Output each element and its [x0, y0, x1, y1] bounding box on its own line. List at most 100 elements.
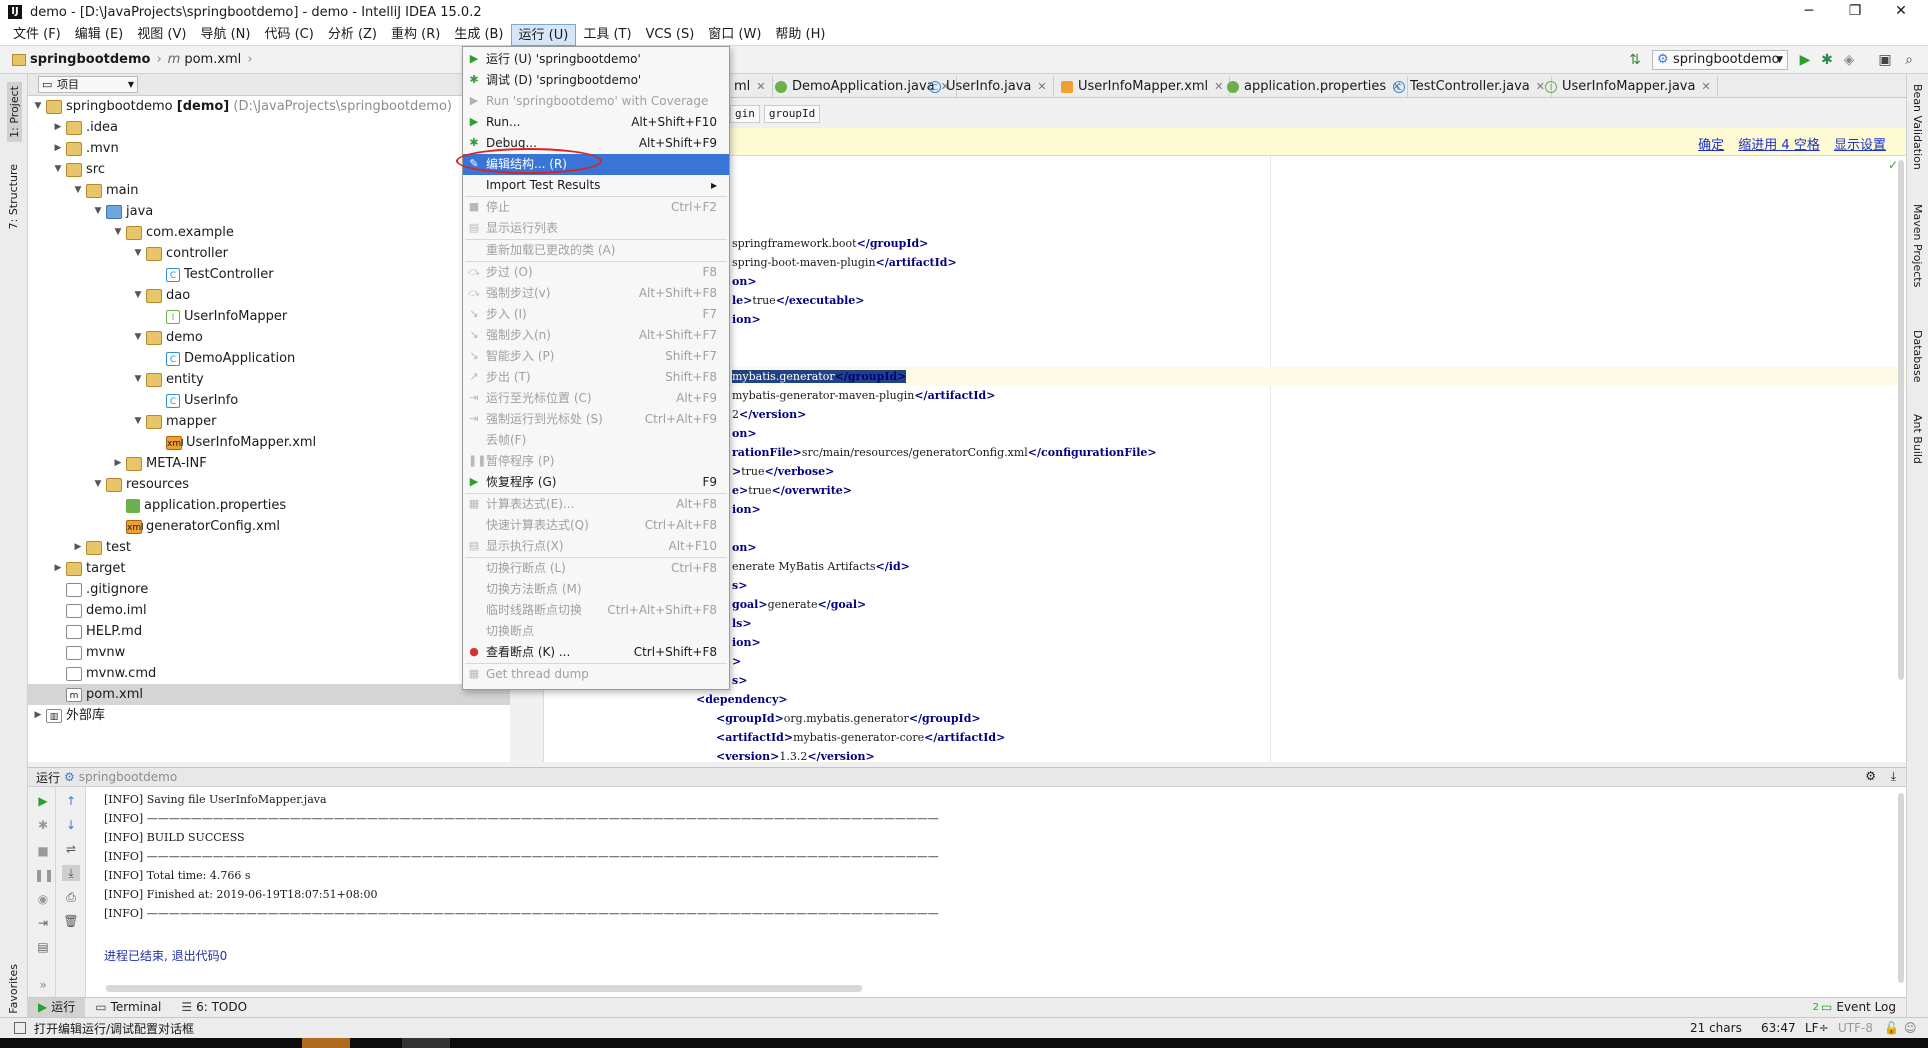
scroll-to-end-icon[interactable]: ⤓: [62, 865, 80, 881]
tool-tab-ant-build[interactable]: Ant Build: [1911, 414, 1924, 464]
tool-tab-project[interactable]: 1: Project: [7, 82, 22, 142]
tree-item[interactable]: demo.iml: [28, 600, 510, 621]
menu-refactor[interactable]: 重构 (R): [384, 24, 447, 46]
editor-tab[interactable]: C UserInfo.java ✕: [924, 76, 1054, 98]
tree-item[interactable]: .gitignore: [28, 579, 510, 600]
close-tab-icon[interactable]: ✕: [756, 80, 765, 93]
hide-panel-icon[interactable]: ⤓: [1891, 769, 1896, 784]
menu-view[interactable]: 视图 (V): [130, 24, 193, 46]
pause-icon[interactable]: ❚❚: [34, 867, 54, 883]
exit-icon[interactable]: ⇥: [34, 915, 52, 931]
tree-item[interactable]: ▼ demo: [28, 327, 510, 348]
code-line[interactable]: 2</version>: [732, 405, 806, 424]
settings-gear-icon[interactable]: ⚙: [1865, 769, 1876, 783]
camera-icon[interactable]: ◉: [34, 891, 52, 907]
code-line[interactable]: s>: [732, 576, 747, 595]
tree-item[interactable]: xml generatorConfig.xml: [28, 516, 510, 537]
collapse-arrow-icon[interactable]: ▼: [92, 474, 104, 495]
code-line[interactable]: ls>: [732, 614, 752, 633]
tool-tab-run[interactable]: ▶ 运行: [28, 998, 86, 1017]
build-arrows-icon[interactable]: ⇅: [1626, 51, 1644, 69]
file-encoding[interactable]: UTF-8: [1838, 1021, 1873, 1035]
tree-item[interactable]: mvnw: [28, 642, 510, 663]
collapse-arrow-icon[interactable]: ▼: [92, 201, 104, 222]
code-line[interactable]: <artifactId>mybatis-generator-core</arti…: [716, 728, 1005, 747]
inspector-icon[interactable]: ☺: [1904, 1021, 1917, 1035]
run-menu-item[interactable]: ▶ 运行 (U) 'springbootdemo': [463, 49, 729, 70]
code-line[interactable]: enerate MyBatis Artifacts</id>: [732, 557, 910, 576]
expand-arrow-icon[interactable]: ▶: [112, 453, 124, 474]
show-settings-link[interactable]: 显示设置: [1834, 138, 1886, 153]
expand-arrow-icon[interactable]: ▶: [72, 537, 84, 558]
menu-file[interactable]: 文件 (F): [6, 24, 68, 46]
code-line[interactable]: mybatis.generator</groupId>: [732, 367, 907, 386]
tool-tab-bean-validation[interactable]: Bean Validation: [1911, 84, 1924, 170]
xml-breadcrumb-item[interactable]: gin: [730, 105, 760, 123]
tree-item[interactable]: ▼ resources: [28, 474, 510, 495]
tool-tab-structure[interactable]: 7: Structure: [7, 164, 20, 229]
minimize-button[interactable]: ─: [1786, 0, 1832, 24]
menu-run[interactable]: 运行 (U): [510, 23, 577, 46]
code-line[interactable]: s>: [732, 671, 747, 690]
run-console[interactable]: [INFO] Saving file UserInfoMapper.java [I…: [86, 787, 1906, 997]
run-menu-item[interactable]: Import Test Results ▸: [463, 175, 729, 196]
code-line[interactable]: >: [732, 652, 741, 671]
print-icon[interactable]: ⎙: [62, 889, 80, 905]
code-line[interactable]: mybatis-generator-maven-plugin</artifact…: [732, 386, 995, 405]
menu-help[interactable]: 帮助 (H): [768, 24, 832, 46]
tool-tab-event-log[interactable]: 2 ▭ Event Log: [1803, 998, 1906, 1017]
tree-root[interactable]: ▼ springbootdemo [demo] (D:\JavaProjects…: [28, 96, 510, 117]
code-line[interactable]: ion>: [732, 500, 761, 519]
collapse-arrow-icon[interactable]: ▼: [132, 327, 144, 348]
collapse-arrow-icon[interactable]: ▼: [132, 285, 144, 306]
scroll-down-icon[interactable]: ↓: [62, 817, 80, 833]
code-line[interactable]: <groupId>org.mybatis.generator</groupId>: [716, 709, 981, 728]
code-line[interactable]: on>: [732, 272, 757, 291]
code-line[interactable]: ion>: [732, 633, 761, 652]
tree-item[interactable]: xml UserInfoMapper.xml: [28, 432, 510, 453]
code-line[interactable]: e>true</overwrite>: [732, 481, 852, 500]
expand-arrow-icon[interactable]: ▶: [52, 117, 64, 138]
tree-item[interactable]: ▼ dao: [28, 285, 510, 306]
tool-tab-terminal[interactable]: ▭ Terminal: [85, 998, 171, 1017]
confirm-link[interactable]: 确定: [1698, 138, 1724, 153]
run-config-select[interactable]: ⚙ springbootdemo ▼: [1652, 50, 1788, 70]
layout-icon[interactable]: ▤: [34, 939, 52, 955]
editor-tab[interactable]: I UserInfoMapper.java ✕: [1540, 76, 1718, 98]
code-line[interactable]: <dependency>: [696, 690, 788, 709]
tree-item[interactable]: C UserInfo: [28, 390, 510, 411]
tree-item[interactable]: C DemoApplication: [28, 348, 510, 369]
code-line[interactable]: >true</verbose>: [732, 462, 834, 481]
menu-navigate[interactable]: 导航 (N): [193, 24, 257, 46]
maximize-button[interactable]: ❐: [1832, 0, 1878, 24]
run-menu-item[interactable]: ● 查看断点 (K) ... Ctrl+Shift+F8: [463, 642, 729, 663]
rerun-icon[interactable]: ▶: [34, 793, 52, 809]
menu-analyze[interactable]: 分析 (Z): [321, 24, 384, 46]
stop-icon[interactable]: ■: [34, 843, 52, 859]
debug-icon[interactable]: ✱: [1818, 51, 1836, 69]
close-tab-icon[interactable]: ✕: [1037, 80, 1046, 93]
more-icon[interactable]: »: [34, 977, 52, 993]
console-vertical-scrollbar[interactable]: [1898, 793, 1904, 983]
caret-position[interactable]: 63:47: [1761, 1021, 1796, 1035]
tree-item[interactable]: ▼ entity: [28, 369, 510, 390]
menu-build[interactable]: 生成 (B): [447, 24, 510, 46]
tree-item[interactable]: C TestController: [28, 264, 510, 285]
menu-vcs[interactable]: VCS (S): [639, 24, 702, 46]
tree-item[interactable]: ▶ test: [28, 537, 510, 558]
tree-item[interactable]: ▶ .idea: [28, 117, 510, 138]
expand-arrow-icon[interactable]: ▶: [32, 705, 44, 726]
code-line[interactable]: <version>1.3.2</version>: [716, 747, 875, 762]
tree-item[interactable]: ▼ com.example: [28, 222, 510, 243]
tool-tab-database[interactable]: Database: [1911, 330, 1924, 383]
editor-tab[interactable]: application.properties ✕: [1222, 76, 1409, 98]
tree-item[interactable]: ▶ ▥ 外部库: [28, 705, 510, 726]
clear-all-icon[interactable]: 🗑: [62, 913, 80, 929]
line-separator[interactable]: LF÷: [1805, 1021, 1829, 1035]
close-button[interactable]: ✕: [1878, 0, 1924, 24]
tree-item[interactable]: ▼ mapper: [28, 411, 510, 432]
project-view-select[interactable]: ▭ 项目 ▼: [38, 76, 138, 93]
editor-tab[interactable]: C TestController.java ✕: [1388, 76, 1552, 98]
console-horizontal-scrollbar[interactable]: [106, 985, 862, 992]
run-menu-item[interactable]: ▶ Run... Alt+Shift+F10: [463, 112, 729, 133]
